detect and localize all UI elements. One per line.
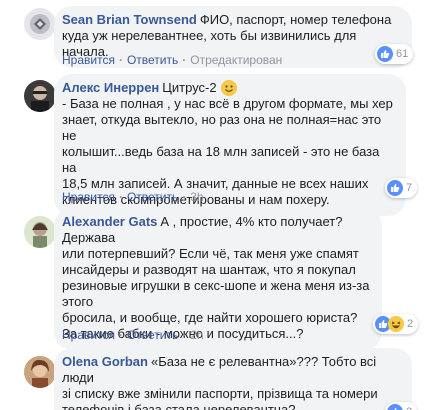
- comment-author[interactable]: Алекс Инеррен: [62, 80, 159, 95]
- avatar[interactable]: [24, 8, 56, 40]
- like-icon: [377, 46, 393, 62]
- comment-bubble: Olena Gorban «База не є релевантна»??? То…: [54, 348, 412, 410]
- reaction-count: 2: [407, 318, 414, 330]
- comment-actions: Нравится · Ответить · 2h: [62, 328, 204, 342]
- comment-time[interactable]: 2h: [190, 328, 203, 342]
- reaction-summary[interactable]: 7: [385, 178, 418, 198]
- comment-text: А , простие, 4% кто получает? Держава ил…: [62, 214, 370, 341]
- comment-text: Цитрус-2 - База не полная , у нас всё в …: [62, 80, 393, 207]
- reaction-summary[interactable]: 61: [375, 44, 414, 64]
- avatar[interactable]: [24, 356, 56, 388]
- reaction-summary[interactable]: 2: [373, 314, 419, 334]
- reaction-summary[interactable]: 2: [385, 402, 418, 410]
- like-button[interactable]: Нравится: [62, 190, 115, 204]
- like-button[interactable]: Нравится: [62, 53, 115, 67]
- edited-label[interactable]: Отредактирован: [190, 53, 282, 67]
- reply-button[interactable]: Ответить: [127, 190, 178, 204]
- comment-author[interactable]: Sean Brian Townsend: [62, 12, 197, 27]
- comment-actions: Нравится · Ответить · 3h: [62, 190, 204, 204]
- reaction-count: 2: [406, 406, 412, 410]
- comment-author[interactable]: Olena Gorban: [62, 354, 148, 369]
- like-button[interactable]: Нравится: [62, 328, 115, 342]
- reaction-count: 7: [406, 182, 413, 194]
- like-icon: [387, 404, 403, 410]
- comment-author[interactable]: Alexander Gats: [62, 214, 157, 229]
- avatar[interactable]: [24, 80, 56, 112]
- reply-button[interactable]: Ответить: [127, 53, 178, 67]
- avatar[interactable]: [24, 216, 56, 248]
- haha-icon: [388, 316, 404, 332]
- comment-actions: Нравится · Ответить · Отредактирован: [62, 53, 283, 67]
- smile-emoji-icon: [221, 80, 237, 96]
- comment-time[interactable]: 3h: [190, 190, 203, 204]
- like-icon: [387, 180, 403, 196]
- reaction-count: 61: [396, 48, 409, 60]
- reply-button[interactable]: Ответить: [127, 328, 178, 342]
